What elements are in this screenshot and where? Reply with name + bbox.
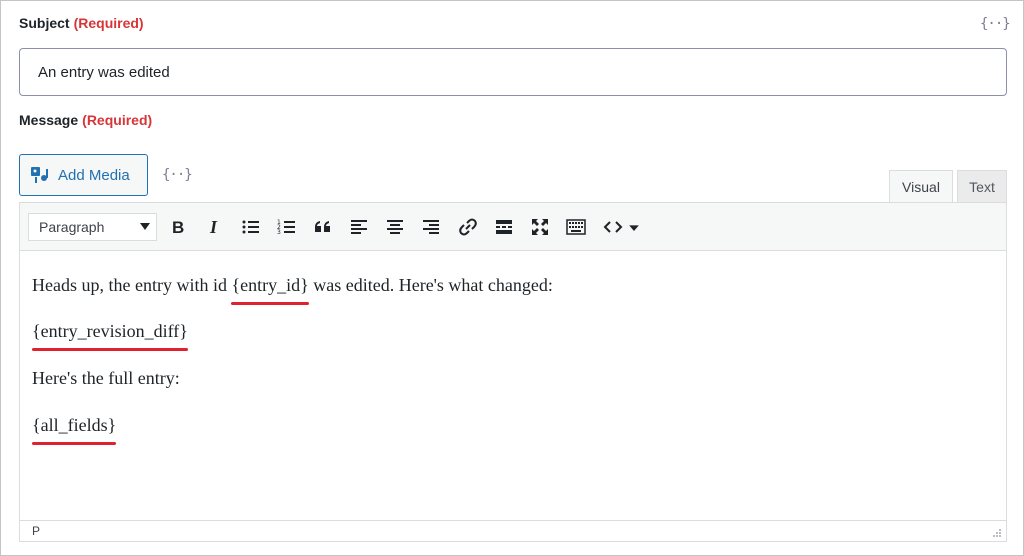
merge-tag-entry-revision-diff: {entry_revision_diff} xyxy=(32,321,188,351)
add-media-label: Add Media xyxy=(58,166,130,184)
tab-text[interactable]: Text xyxy=(957,170,1007,203)
content-text: was edited. Here's what changed: xyxy=(308,275,553,295)
add-media-button[interactable]: Add Media xyxy=(19,154,148,196)
align-center-icon[interactable] xyxy=(383,215,407,239)
message-label-text: Message xyxy=(19,112,79,128)
subject-label: Subject (Required) xyxy=(19,15,144,31)
message-label: Message (Required) xyxy=(19,112,152,128)
chevron-down-icon xyxy=(140,223,150,230)
code-icon[interactable] xyxy=(601,215,625,239)
bold-icon[interactable]: B xyxy=(166,215,190,239)
merge-tags-icon[interactable]: {··} xyxy=(980,16,1011,32)
content-paragraph-2: {entry_revision_diff} xyxy=(32,321,188,351)
content-paragraph-4: {all_fields} xyxy=(32,415,117,445)
tab-visual-label: Visual xyxy=(902,179,940,195)
editor-toolbar: Paragraph B I 123 xyxy=(20,203,1006,251)
italic-icon[interactable]: I xyxy=(202,215,226,239)
merge-tag-entry-id: {entry_id} xyxy=(231,275,310,305)
content-text: Here's the full entry: xyxy=(32,368,180,388)
content-paragraph-3: Here's the full entry: xyxy=(32,368,180,389)
read-more-icon[interactable] xyxy=(492,215,516,239)
svg-text:B: B xyxy=(172,218,184,237)
align-left-icon[interactable] xyxy=(347,215,371,239)
message-required-indicator: (Required) xyxy=(82,112,153,128)
svg-text:I: I xyxy=(209,217,218,237)
blockquote-icon[interactable] xyxy=(311,215,335,239)
numbered-list-icon[interactable]: 123 xyxy=(275,215,299,239)
subject-input-value: An entry was edited xyxy=(38,63,170,81)
element-path[interactable]: P xyxy=(32,524,40,538)
subject-required-indicator: (Required) xyxy=(73,15,144,31)
message-editor: Paragraph B I 123 Heads up, the entry wi… xyxy=(19,202,1007,542)
subject-label-text: Subject xyxy=(19,15,70,31)
merge-tag-all-fields: {all_fields} xyxy=(32,415,117,445)
content-paragraph-1: Heads up, the entry with id {entry_id} w… xyxy=(32,275,553,305)
svg-text:3: 3 xyxy=(277,229,281,236)
format-select-value: Paragraph xyxy=(39,219,105,235)
paragraph-format-select[interactable]: Paragraph xyxy=(28,213,157,241)
fullscreen-icon[interactable] xyxy=(528,215,552,239)
editor-content[interactable]: Heads up, the entry with id {entry_id} w… xyxy=(20,252,1006,520)
subject-input[interactable]: An entry was edited xyxy=(19,48,1007,96)
tab-visual[interactable]: Visual xyxy=(889,170,953,203)
align-right-icon[interactable] xyxy=(419,215,443,239)
add-media-icon xyxy=(31,167,48,183)
toolbar-toggle-icon[interactable] xyxy=(564,215,588,239)
bullet-list-icon[interactable] xyxy=(239,215,263,239)
link-icon[interactable] xyxy=(456,215,480,239)
notification-settings-panel: Subject (Required) {··} An entry was edit… xyxy=(0,0,1024,556)
tab-text-label: Text xyxy=(969,178,995,195)
resize-handle-icon[interactable] xyxy=(992,528,1002,538)
dropdown-icon[interactable] xyxy=(626,215,642,239)
editor-statusbar: P xyxy=(20,520,1006,541)
merge-tags-icon[interactable]: {··} xyxy=(162,167,193,183)
content-text: Heads up, the entry with id xyxy=(32,275,232,295)
